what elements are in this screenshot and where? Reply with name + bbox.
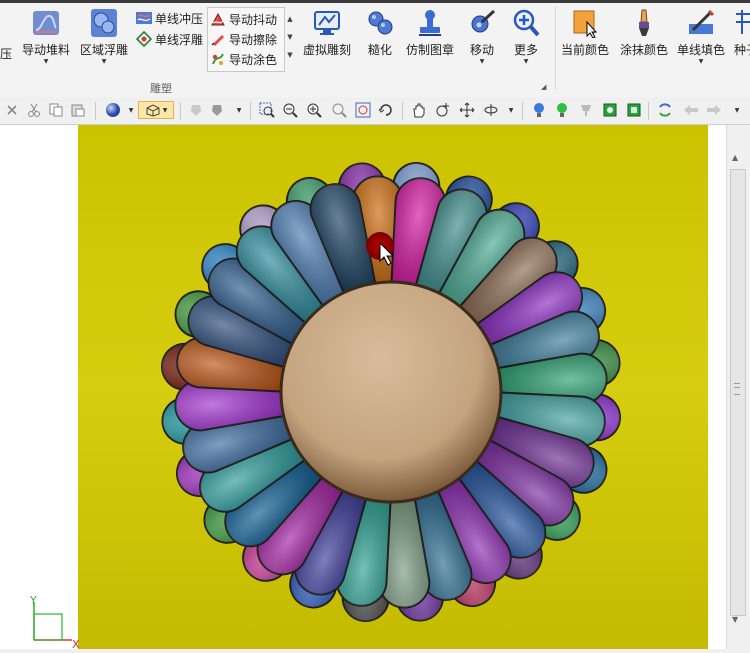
bulb-green-icon[interactable]: [553, 101, 571, 119]
ribbon-top-border: [0, 0, 750, 3]
gallery-down-arrow-icon[interactable]: ▼: [284, 28, 296, 46]
guided-shake-icon: [210, 11, 226, 27]
refresh-icon[interactable]: [656, 101, 674, 119]
forward-icon[interactable]: [705, 101, 723, 119]
roughen-button[interactable]: 糙化: [366, 8, 394, 58]
region-relief-button[interactable]: 区域浮雕 ▼: [80, 8, 128, 65]
mold-dark-icon[interactable]: [208, 101, 226, 119]
toolbar-separator: [95, 102, 96, 120]
guided-erase-button[interactable]: 导动擦除: [210, 29, 277, 49]
mold-icon[interactable]: [187, 101, 205, 119]
move-brush-icon: [468, 8, 496, 38]
seed-icon: [734, 8, 750, 38]
line-relief-icon: [136, 31, 152, 47]
virtual-carve-button[interactable]: 虚拟雕刻: [303, 8, 351, 58]
zoom-extents-icon[interactable]: [354, 101, 372, 119]
move-view-icon[interactable]: [458, 101, 476, 119]
zoom-plus-icon: [512, 8, 540, 38]
scrollbar-grip-line: [734, 387, 740, 388]
rotate-icon[interactable]: [377, 101, 395, 119]
zoom-window-icon[interactable]: [258, 101, 276, 119]
region-relief-icon: [90, 8, 118, 38]
pan-icon[interactable]: [410, 101, 428, 119]
layer-icon[interactable]: [601, 101, 619, 119]
ribbon-group-launcher-icon[interactable]: ◢: [541, 83, 546, 91]
sphere-icon[interactable]: [104, 101, 122, 119]
dropdown-arrow-icon: ▼: [479, 58, 485, 65]
guided-paint-icon: [210, 51, 226, 67]
view-rotate-icon[interactable]: [482, 101, 500, 119]
dropdown-arrow-icon: ▼: [101, 58, 107, 65]
guided-shake-button[interactable]: 导动抖动: [210, 9, 277, 29]
current-color-button[interactable]: 当前颜色: [561, 8, 609, 58]
line-fill-button[interactable]: 单线填色 ▼: [677, 8, 725, 65]
stamp-icon: [416, 8, 444, 38]
move-button[interactable]: 移动 ▼: [468, 8, 496, 65]
dropdown-arrow-icon[interactable]: ▼: [502, 101, 520, 119]
zoom-dynamic-icon[interactable]: [434, 101, 452, 119]
line-relief-button[interactable]: 单线浮雕: [136, 29, 203, 49]
monitor-carve-icon: [313, 8, 341, 38]
vertical-scrollbar[interactable]: ▲ ▼: [726, 125, 750, 649]
box-view-icon[interactable]: ▼: [138, 101, 174, 119]
dropdown-arrow-icon[interactable]: ▼: [230, 101, 248, 119]
view-toolbar: ▼ ▼ ▼ ▼ ▼: [0, 97, 750, 125]
copy-icon[interactable]: [47, 101, 65, 119]
cut-icon[interactable]: [25, 101, 43, 119]
imitate-seal-button[interactable]: 仿制图章: [406, 8, 454, 58]
guided-pile-button[interactable]: 导动堆料 ▼: [22, 8, 70, 65]
toolbar-separator: [648, 102, 649, 120]
seed-button[interactable]: 种子: [734, 8, 750, 58]
scrollbar-grip-icon: [734, 383, 740, 395]
toolbar-separator: [180, 102, 181, 120]
current-color-icon: [571, 8, 599, 38]
line-stamp-button[interactable]: 单线冲压: [136, 8, 203, 28]
close-icon[interactable]: [3, 101, 21, 119]
smear-color-icon: [630, 8, 658, 38]
toolbar-separator: [402, 102, 403, 120]
gallery-expand-icon[interactable]: ▼: [284, 46, 296, 64]
ribbon-group-label: 雕塑: [150, 82, 172, 95]
toolbar-separator: [522, 102, 523, 120]
bulb-blue-icon[interactable]: [530, 101, 548, 119]
flower-relief[interactable]: [78, 125, 708, 649]
scroll-up-arrow-icon[interactable]: ▲: [732, 153, 738, 162]
axis-indicator: Y X: [26, 592, 80, 651]
dropdown-arrow-icon: ▼: [43, 58, 49, 65]
guided-erase-icon: [210, 31, 226, 47]
ribbon-separator: [555, 6, 556, 90]
guided-paint-button[interactable]: 导动涂色: [210, 49, 277, 69]
toolbar-separator: [250, 102, 251, 120]
more-button[interactable]: 更多 ▼: [512, 8, 540, 65]
line-fill-icon: [687, 8, 715, 38]
axis-x-label: X: [72, 638, 80, 649]
flower-center: [279, 280, 503, 504]
zoom-in-icon[interactable]: [305, 101, 323, 119]
axis-y-label: Y: [29, 594, 37, 607]
gallery-up-arrow-icon[interactable]: ▲: [284, 10, 296, 28]
guided-pile-icon: [32, 8, 60, 38]
relief-canvas[interactable]: [78, 125, 708, 649]
ribbon: 压 导动堆料 ▼ 区域浮雕 ▼ 单线冲压 单线浮雕 导动抖动 导动擦除 导动涂色…: [0, 0, 750, 98]
roughen-icon: [366, 8, 394, 38]
gallery-scroll[interactable]: ▲ ▼ ▼: [284, 10, 296, 64]
layer-green-icon[interactable]: [625, 101, 643, 119]
paste-icon[interactable]: [69, 101, 87, 119]
scroll-down-arrow-icon[interactable]: ▼: [732, 615, 738, 624]
back-icon[interactable]: [682, 101, 700, 119]
dropdown-arrow-icon: ▼: [698, 58, 704, 65]
zoom-out-icon[interactable]: [281, 101, 299, 119]
smear-color-button[interactable]: 涂抹颜色: [620, 8, 668, 58]
line-stamp-icon: [136, 10, 152, 26]
toolbar-overflow-icon[interactable]: ▼: [728, 101, 746, 119]
zoom-fit-icon[interactable]: [330, 101, 348, 119]
cut-off-button-label[interactable]: 压: [0, 43, 12, 63]
dropdown-arrow-icon: ▼: [523, 58, 529, 65]
light-icon[interactable]: [577, 101, 595, 119]
